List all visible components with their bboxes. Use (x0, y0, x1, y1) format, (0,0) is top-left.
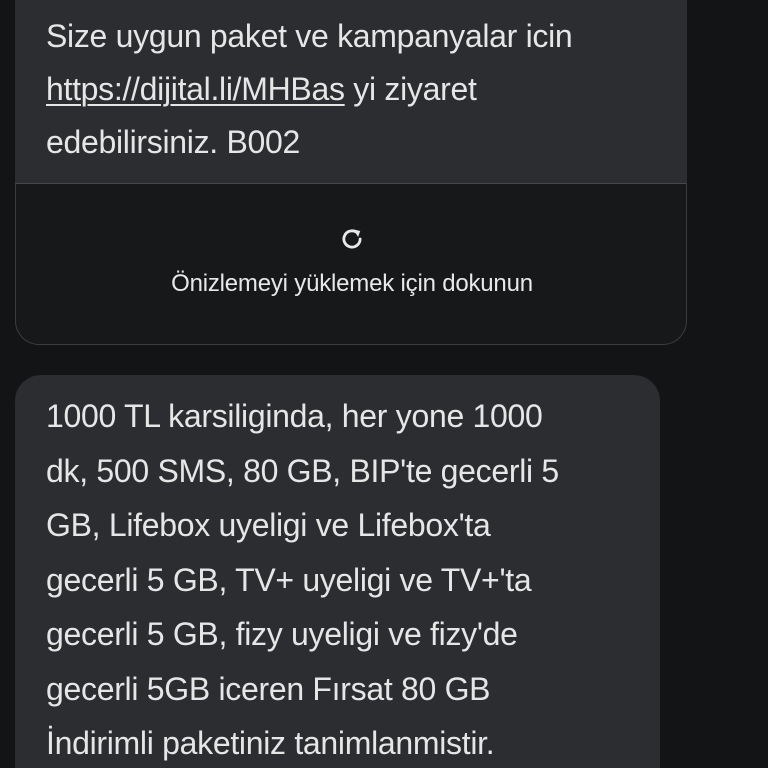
message-link[interactable]: https://dijital.li/MHBas (46, 71, 345, 107)
message-line: GB, Lifebox uyeligi ve Lifebox'ta (46, 507, 491, 543)
message-line: gecerli 5 GB, fizy uyeligi ve fizy'de (46, 616, 518, 652)
message-line: dk, 500 SMS, 80 GB, BIP'te gecerli 5 (46, 452, 559, 489)
message-line: gecerli 5GB iceren Fırsat 80 GB (46, 670, 491, 707)
message-bubble-package[interactable]: 1000 TL karsiliginda, her yone 1000 dk, … (15, 375, 660, 768)
message-line: İndirimli paketiniz tanimlanmistir. (46, 725, 495, 761)
preview-load-label: Önizlemeyi yüklemek için dokunun (171, 270, 533, 297)
message-line: gecerli 5 GB, TV+ uyeligi ve TV+'ta (46, 561, 532, 598)
message-bubble-link[interactable]: Size uygun paket ve kampanyalar icin htt… (15, 0, 687, 345)
message-thread: Size uygun paket ve kampanyalar icin htt… (0, 0, 768, 768)
message-line: 1000 TL karsiliginda, her yone 1000 (46, 398, 543, 434)
link-preview-placeholder[interactable]: Önizlemeyi yüklemek için dokunun (15, 183, 687, 345)
message-line-with-link: https://dijital.li/MHBas yi ziyaret (46, 63, 666, 116)
refresh-icon (342, 229, 362, 249)
message-line-suffix: yi ziyaret (353, 71, 477, 107)
message-text: Size uygun paket ve kampanyalar icin htt… (46, 10, 666, 169)
message-text: 1000 TL karsiliginda, her yone 1000 dk, … (46, 389, 646, 768)
message-line: Size uygun paket ve kampanyalar icin (46, 18, 573, 54)
message-line: edebilirsiniz. B002 (46, 124, 301, 160)
